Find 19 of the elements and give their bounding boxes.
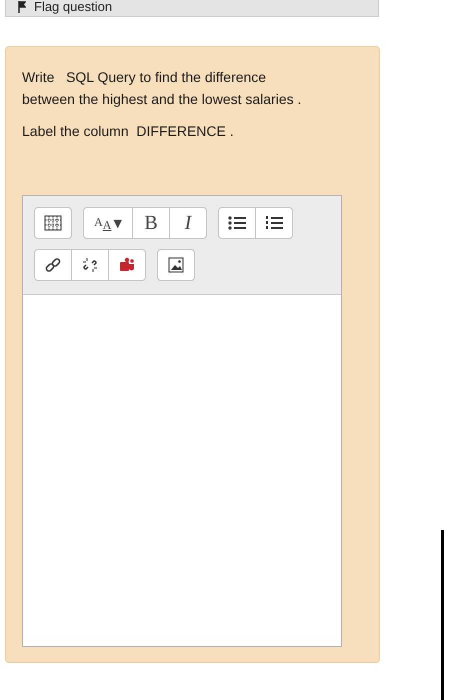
question-text: Label the column DIFFERENCE . bbox=[22, 122, 235, 141]
bullet-list-icon bbox=[228, 216, 246, 230]
image-button[interactable] bbox=[157, 249, 195, 281]
flag-question-button[interactable]: Flag question bbox=[18, 0, 112, 14]
question-text: Write SQL Query to find the difference between the highest and the lowest salaries . bbox=[22, 68, 302, 109]
table-button[interactable] bbox=[34, 207, 72, 239]
italic-button[interactable]: I bbox=[169, 207, 207, 239]
link-icon bbox=[45, 257, 61, 273]
link-button[interactable] bbox=[34, 249, 72, 281]
flag-icon bbox=[18, 0, 26, 12]
bullets-button[interactable] bbox=[218, 207, 256, 239]
image-icon bbox=[168, 257, 184, 273]
unlink-icon bbox=[82, 257, 98, 273]
numbered-list-icon bbox=[265, 216, 283, 230]
bold-button[interactable]: B bbox=[132, 207, 170, 239]
unlink-button[interactable] bbox=[71, 249, 109, 281]
font-size-button[interactable]: AA ▼ bbox=[83, 207, 133, 239]
table-icon bbox=[44, 215, 62, 231]
numbered-button[interactable] bbox=[255, 207, 293, 239]
